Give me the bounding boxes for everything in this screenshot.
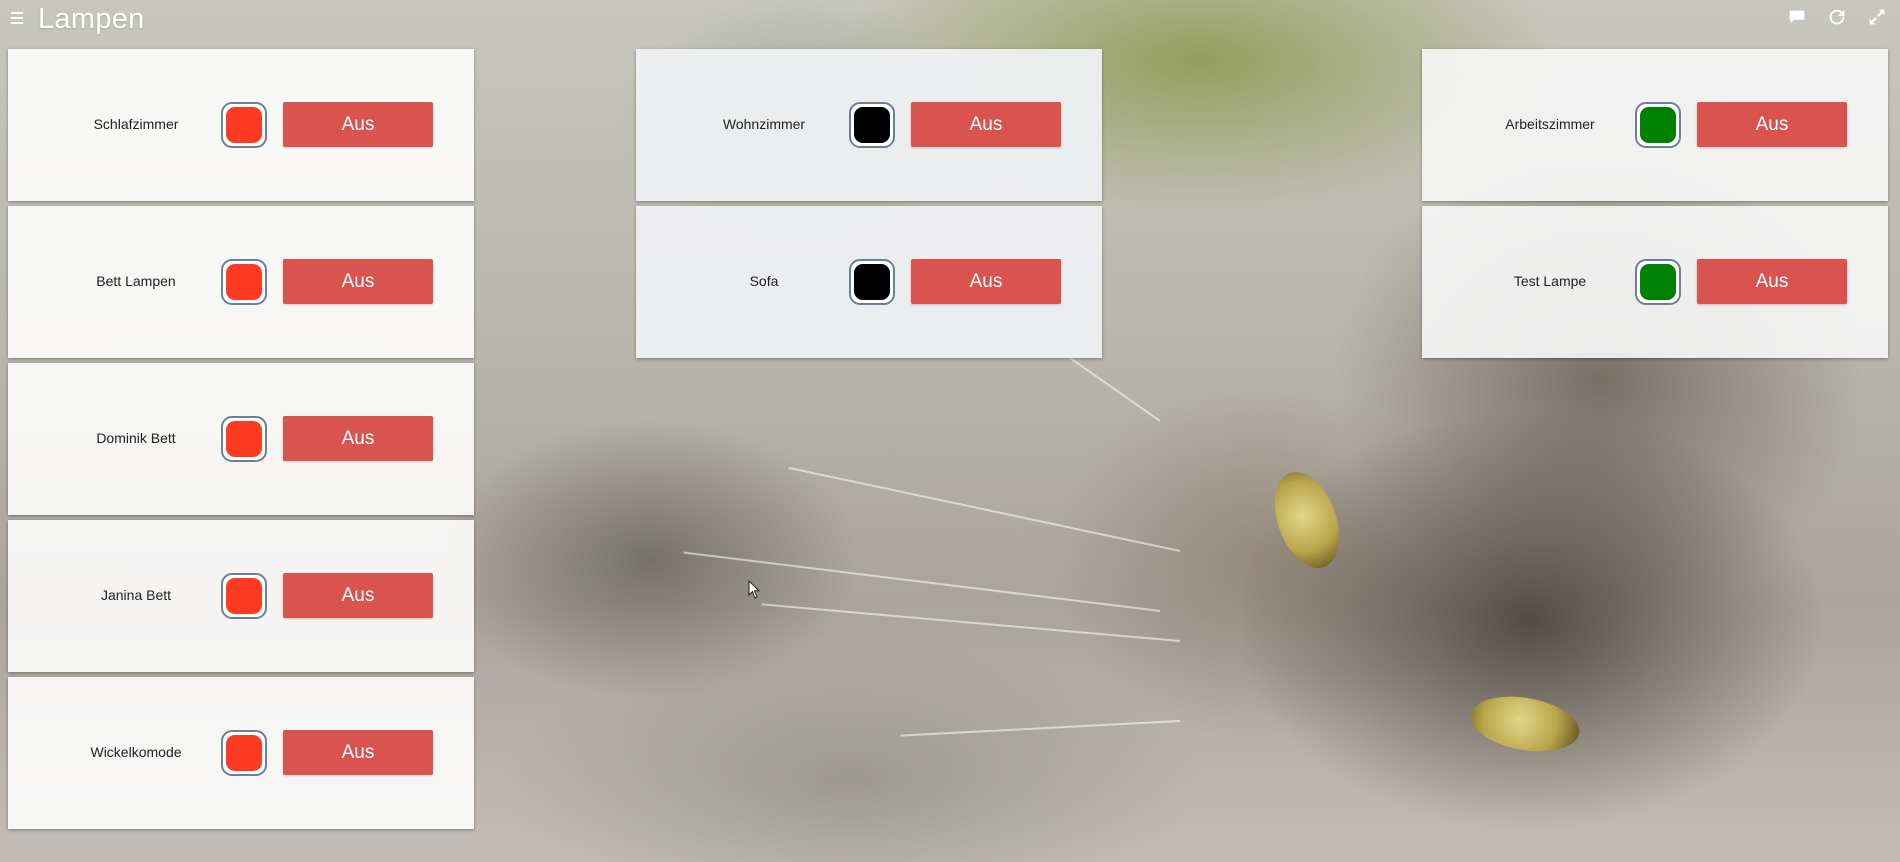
color-swatch [226,735,262,771]
lamp-label: Wickelkomode [90,744,182,760]
color-picker[interactable] [849,259,895,305]
color-swatch [1640,264,1676,300]
color-picker[interactable] [221,102,267,148]
lamp-column-left: Schlafzimmer Aus Bett Lampen Aus Dominik… [8,49,474,834]
color-picker[interactable] [849,102,895,148]
cat-eye [1466,688,1584,760]
color-picker[interactable] [221,259,267,305]
off-button[interactable]: Aus [1697,259,1847,304]
off-button[interactable]: Aus [283,730,433,775]
mouse-cursor-icon [748,580,761,599]
color-swatch [226,421,262,457]
lamp-label: Test Lampe [1513,273,1587,289]
lamp-card: Test Lampe Aus [1422,206,1888,358]
color-swatch [854,264,890,300]
lamp-card: Arbeitszimmer Aus [1422,49,1888,201]
lamp-label: Bett Lampen [96,273,176,289]
lamp-label: Wohnzimmer [722,116,806,132]
lamp-column-middle: Wohnzimmer Aus Sofa Aus [636,49,1102,363]
off-button[interactable]: Aus [283,102,433,147]
top-bar: Lampen [0,0,1900,40]
color-swatch [854,107,890,143]
color-picker[interactable] [1635,259,1681,305]
whisker [788,466,1181,552]
color-swatch [1640,107,1676,143]
lamp-card: Dominik Bett Aus [8,363,474,515]
color-picker[interactable] [221,573,267,619]
page-title: Lampen [38,3,145,35]
color-picker[interactable] [221,416,267,462]
cat-eye [1262,463,1352,577]
lamp-label: Arbeitszimmer [1505,116,1595,132]
lamp-label: Dominik Bett [96,430,176,446]
color-swatch [226,264,262,300]
refresh-icon[interactable] [1826,6,1848,28]
lamp-card: Sofa Aus [636,206,1102,358]
color-picker[interactable] [1635,102,1681,148]
lamp-label: Sofa [749,273,779,289]
lamp-column-right: Arbeitszimmer Aus Test Lampe Aus [1422,49,1888,363]
color-swatch [226,107,262,143]
lamp-card: Bett Lampen Aus [8,206,474,358]
fullscreen-icon[interactable] [1866,6,1888,28]
lamp-card: Schlafzimmer Aus [8,49,474,201]
whisker [761,603,1181,642]
off-button[interactable]: Aus [911,259,1061,304]
color-picker[interactable] [221,730,267,776]
lamp-card: Janina Bett Aus [8,520,474,672]
menu-icon[interactable] [11,11,25,25]
off-button[interactable]: Aus [283,416,433,461]
lamp-card: Wickelkomode Aus [8,677,474,829]
off-button[interactable]: Aus [911,102,1061,147]
off-button[interactable]: Aus [1697,102,1847,147]
off-button[interactable]: Aus [283,259,433,304]
lamp-label: Janina Bett [100,587,172,603]
off-button[interactable]: Aus [283,573,433,618]
whisker [900,720,1181,737]
lamp-label: Schlafzimmer [93,116,179,132]
top-actions [1786,6,1900,30]
lamp-card: Wohnzimmer Aus [636,49,1102,201]
color-swatch [226,578,262,614]
chat-icon[interactable] [1786,6,1808,28]
